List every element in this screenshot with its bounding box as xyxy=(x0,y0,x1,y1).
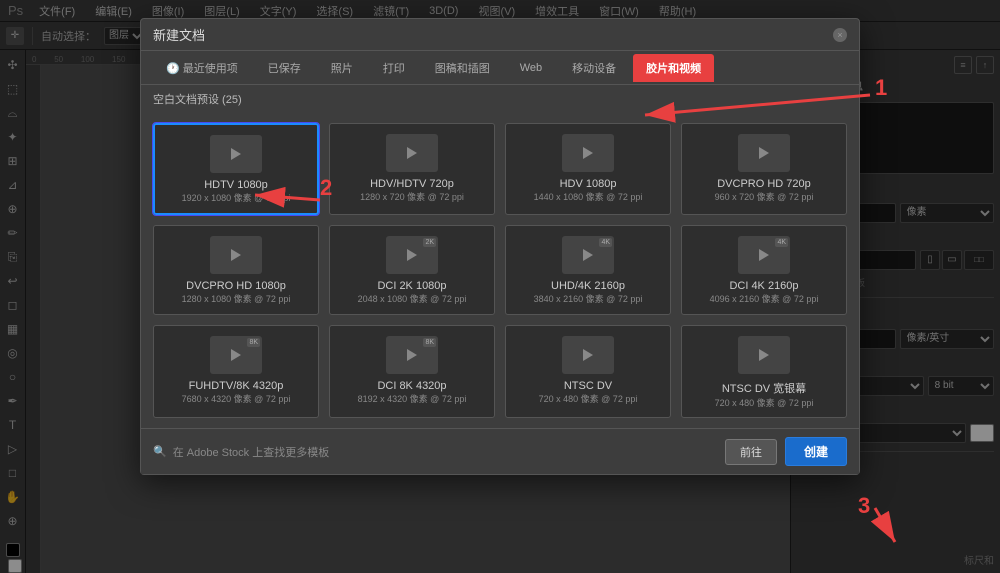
badge-4k-2: 4K xyxy=(775,238,788,247)
prev-button[interactable]: 前往 xyxy=(725,439,777,465)
preset-icon-ntsc xyxy=(562,336,614,374)
preset-name-11: NTSC DV 宽银幕 xyxy=(722,380,806,396)
preset-icon-ntsc-wide xyxy=(738,336,790,374)
preset-desc-4: 1280 x 1080 像素 @ 72 ppi xyxy=(182,294,291,306)
preset-dvcpro-1080p[interactable]: DVCPRO HD 1080p 1280 x 1080 像素 @ 72 ppi xyxy=(153,225,319,315)
preset-name-4: DVCPRO HD 1080p xyxy=(186,280,286,292)
preset-desc-7: 4096 x 2160 像素 @ 72 ppi xyxy=(710,294,819,306)
tab-web[interactable]: Web xyxy=(507,54,555,82)
tab-bar: 🕐 最近使用项 已保存 照片 打印 图稿和插图 Web 移动设备 胶片和视 xyxy=(141,51,859,85)
tab-artboard-label: 图稿和插图 xyxy=(435,60,490,76)
preset-name-10: NTSC DV xyxy=(564,380,612,392)
play-icon-ntsc-wide xyxy=(759,349,769,361)
preset-fuhdtv-8k[interactable]: 8K FUHDTV/8K 4320p 7680 x 4320 像素 @ 72 p… xyxy=(153,325,319,419)
badge-8k-2: 8K xyxy=(423,338,436,347)
tab-saved[interactable]: 已保存 xyxy=(255,54,314,82)
preset-desc-2: 1440 x 1080 像素 @ 72 ppi xyxy=(534,192,643,204)
preset-name-9: DCI 8K 4320p xyxy=(377,380,446,392)
preset-dci-2k[interactable]: 2K DCI 2K 1080p 2048 x 1080 像素 @ 72 ppi xyxy=(329,225,495,315)
preset-name-2: HDV 1080p xyxy=(560,178,617,190)
dialog-close-button[interactable]: × xyxy=(833,28,847,42)
tab-print-label: 打印 xyxy=(383,60,405,76)
play-icon-dvcpro1080 xyxy=(231,249,241,261)
preset-icon-dci2k: 2K xyxy=(386,236,438,274)
preset-icon-hdv720 xyxy=(386,134,438,172)
badge-8k-1: 8K xyxy=(247,338,260,347)
play-icon-dci2k xyxy=(407,249,417,261)
badge-4k-1: 4K xyxy=(599,238,612,247)
search-icon: 🔍 xyxy=(153,445,167,458)
tab-saved-label: 已保存 xyxy=(268,60,301,76)
preset-icon-dvcpro720 xyxy=(738,134,790,172)
preset-desc-5: 2048 x 1080 像素 @ 72 ppi xyxy=(358,294,467,306)
preset-name-5: DCI 2K 1080p xyxy=(377,280,446,292)
tab-photo[interactable]: 照片 xyxy=(318,54,366,82)
preset-dvcpro-720p[interactable]: DVCPRO HD 720p 960 x 720 像素 @ 72 ppi xyxy=(681,123,847,215)
play-icon-dci8k xyxy=(407,349,417,361)
preset-desc-9: 8192 x 4320 像素 @ 72 ppi xyxy=(358,394,467,406)
preset-name-3: DVCPRO HD 720p xyxy=(717,178,811,190)
badge-2k: 2K xyxy=(423,238,436,247)
tab-recent-label: 最近使用项 xyxy=(183,60,238,76)
preset-name-6: UHD/4K 2160p xyxy=(551,280,625,292)
dialog-footer: 🔍 在 Adobe Stock 上查找更多模板 前往 创建 xyxy=(141,428,859,474)
clock-icon: 🕐 xyxy=(166,62,180,75)
search-placeholder-text: 在 Adobe Stock 上查找更多模板 xyxy=(173,444,330,460)
preset-desc-10: 720 x 480 像素 @ 72 ppi xyxy=(539,394,638,406)
dialog-title: 新建文档 xyxy=(153,25,205,44)
preset-dci-8k[interactable]: 8K DCI 8K 4320p 8192 x 4320 像素 @ 72 ppi xyxy=(329,325,495,419)
preset-icon-dci8k: 8K xyxy=(386,336,438,374)
preset-desc-3: 960 x 720 像素 @ 72 ppi xyxy=(715,192,814,204)
new-doc-dialog: 新建文档 × 🕐 最近使用项 已保存 照片 打印 图稿和插图 Web xyxy=(140,18,860,475)
play-icon-uhd4k xyxy=(583,249,593,261)
preset-icon-uhd4k: 4K xyxy=(562,236,614,274)
preset-name-7: DCI 4K 2160p xyxy=(729,280,798,292)
preset-dci-4k[interactable]: 4K DCI 4K 2160p 4096 x 2160 像素 @ 72 ppi xyxy=(681,225,847,315)
modal-overlay: 新建文档 × 🕐 最近使用项 已保存 照片 打印 图稿和插图 Web xyxy=(0,0,1000,573)
tab-film-label: 胶片和视频 xyxy=(646,60,701,76)
preset-desc-11: 720 x 480 像素 @ 72 ppi xyxy=(715,398,814,410)
preset-ntsc-dv[interactable]: NTSC DV 720 x 480 像素 @ 72 ppi xyxy=(505,325,671,419)
tab-web-label: Web xyxy=(520,62,542,74)
preset-icon-dci4k: 4K xyxy=(738,236,790,274)
preset-uhd-4k[interactable]: 4K UHD/4K 2160p 3840 x 2160 像素 @ 72 ppi xyxy=(505,225,671,315)
preset-desc-1: 1280 x 720 像素 @ 72 ppi xyxy=(360,192,464,204)
preset-grid: HDTV 1080p 1920 x 1080 像素 @ 72 ppi HDV/H… xyxy=(141,113,859,428)
preset-icon-hdtv xyxy=(210,135,262,173)
tab-recent[interactable]: 🕐 最近使用项 xyxy=(153,54,251,82)
preset-hdtv-1080p[interactable]: HDTV 1080p 1920 x 1080 像素 @ 72 ppi xyxy=(153,123,319,215)
play-icon-fuhdtv xyxy=(231,349,241,361)
play-icon-dci4k xyxy=(759,249,769,261)
preset-desc-8: 7680 x 4320 像素 @ 72 ppi xyxy=(182,394,291,406)
tab-photo-label: 照片 xyxy=(331,60,353,76)
tab-film[interactable]: 胶片和视频 xyxy=(633,54,714,82)
preset-desc-0: 1920 x 1080 像素 @ 72 ppi xyxy=(182,193,291,205)
preset-name-1: HDV/HDTV 720p xyxy=(370,178,454,190)
preset-name-0: HDTV 1080p xyxy=(204,179,268,191)
preset-ntsc-dv-wide[interactable]: NTSC DV 宽银幕 720 x 480 像素 @ 72 ppi xyxy=(681,325,847,419)
preset-hdv-1080p[interactable]: HDV 1080p 1440 x 1080 像素 @ 72 ppi xyxy=(505,123,671,215)
annotation-1: 1 xyxy=(875,75,887,101)
dialog-titlebar: 新建文档 × xyxy=(141,19,859,51)
preset-name-8: FUHDTV/8K 4320p xyxy=(189,380,284,392)
play-icon-hdtv xyxy=(231,148,241,160)
preset-icon-hdv1080 xyxy=(562,134,614,172)
play-icon-hdv720 xyxy=(407,147,417,159)
tab-print[interactable]: 打印 xyxy=(370,54,418,82)
create-button[interactable]: 创建 xyxy=(785,437,847,466)
section-header: 空白文档预设 (25) xyxy=(141,85,859,113)
preset-hdv-720p[interactable]: HDV/HDTV 720p 1280 x 720 像素 @ 72 ppi xyxy=(329,123,495,215)
tab-mobile[interactable]: 移动设备 xyxy=(559,54,629,82)
preset-icon-fuhdtv: 8K xyxy=(210,336,262,374)
play-icon-hdv1080 xyxy=(583,147,593,159)
preset-desc-6: 3840 x 2160 像素 @ 72 ppi xyxy=(534,294,643,306)
search-area: 🔍 在 Adobe Stock 上查找更多模板 xyxy=(153,444,329,460)
play-icon-ntsc xyxy=(583,349,593,361)
preset-icon-dvcpro1080 xyxy=(210,236,262,274)
play-icon-dvcpro720 xyxy=(759,147,769,159)
tab-mobile-label: 移动设备 xyxy=(572,60,616,76)
annotation-3: 3 xyxy=(858,493,870,519)
tab-artboard[interactable]: 图稿和插图 xyxy=(422,54,503,82)
